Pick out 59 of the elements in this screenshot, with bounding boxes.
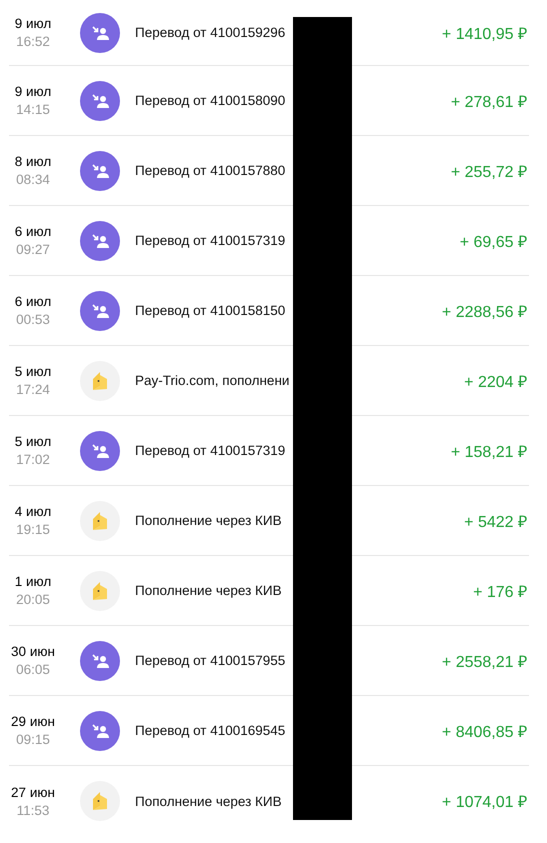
wallet-icon — [80, 500, 120, 540]
operation-time: 11:53 — [16, 802, 50, 818]
operation-date: 9 июл — [14, 16, 52, 31]
person-transfer-icon — [80, 640, 120, 680]
operation-amount: + 5422 ₽ — [464, 512, 527, 532]
operation-amount: + 2288,56 ₽ — [442, 302, 527, 322]
operation-amount: + 2558,21 ₽ — [442, 652, 527, 672]
operation-time: 06:05 — [16, 662, 50, 677]
operation-amount: + 2204 ₽ — [464, 372, 527, 392]
wallet-icon — [80, 570, 120, 610]
operation-time: 14:15 — [16, 102, 50, 117]
operation-description: Перевод от 4100158150 — [135, 303, 285, 318]
wallet-icon — [80, 360, 120, 400]
person-transfer-icon — [80, 710, 120, 750]
operation-time: 00:53 — [16, 312, 50, 327]
operation-time: 09:15 — [16, 732, 50, 747]
operation-date: 8 июл — [14, 154, 52, 169]
operation-date: 5 июл — [14, 434, 52, 449]
operation-time: 16:52 — [16, 34, 50, 49]
operation-description: Перевод от 4100157319 — [135, 233, 285, 248]
operation-date: 6 июл — [14, 224, 52, 239]
operation-amount: + 1410,95 ₽ — [442, 24, 527, 44]
operation-date: 9 июл — [14, 84, 52, 99]
person-transfer-icon — [80, 290, 120, 330]
operation-amount: + 176 ₽ — [473, 582, 527, 602]
operation-date: 27 июн — [11, 784, 55, 800]
operation-date: 29 июн — [11, 714, 55, 729]
operation-time: 08:34 — [16, 172, 50, 187]
operation-description: Пополнение через КИВ — [135, 513, 282, 528]
person-transfer-icon — [80, 220, 120, 260]
operation-description: Перевод от 4100157319 — [135, 443, 285, 458]
operation-date: 1 июл — [14, 574, 52, 589]
operation-description: Перевод от 4100157880 — [135, 163, 285, 178]
person-transfer-icon — [80, 150, 120, 190]
operation-time: 17:24 — [16, 382, 50, 397]
operation-description: Перевод от 4100159296 — [135, 25, 285, 40]
operation-amount: + 1074,01 ₽ — [442, 793, 527, 812]
operation-date: 5 июл — [14, 364, 52, 379]
operation-date: 6 июл — [14, 294, 52, 309]
person-transfer-icon — [80, 12, 120, 52]
operation-time: 19:15 — [16, 522, 50, 537]
person-transfer-icon — [80, 430, 120, 470]
operation-description: Перевод от 4100169545 — [135, 723, 285, 738]
operation-description: Перевод от 4100158090 — [135, 93, 285, 108]
operation-amount: + 158,21 ₽ — [450, 442, 527, 462]
operation-time: 20:05 — [16, 592, 50, 607]
wallet-icon — [80, 781, 120, 821]
operation-description: Пополнение через КИВ — [135, 583, 282, 598]
operation-amount: + 255,72 ₽ — [450, 162, 527, 182]
operation-date: 30 июн — [11, 644, 55, 659]
operation-amount: + 69,65 ₽ — [460, 232, 527, 252]
operation-description: Пополнение через КИВ — [135, 794, 282, 808]
operation-description: Перевод от 4100157955 — [135, 653, 285, 668]
operation-date: 4 июл — [14, 504, 52, 519]
operation-time: 17:02 — [16, 452, 50, 467]
operation-amount: + 278,61 ₽ — [450, 92, 527, 112]
operation-time: 09:27 — [16, 242, 50, 257]
operation-amount: + 8406,85 ₽ — [442, 722, 527, 742]
person-transfer-icon — [80, 80, 120, 120]
